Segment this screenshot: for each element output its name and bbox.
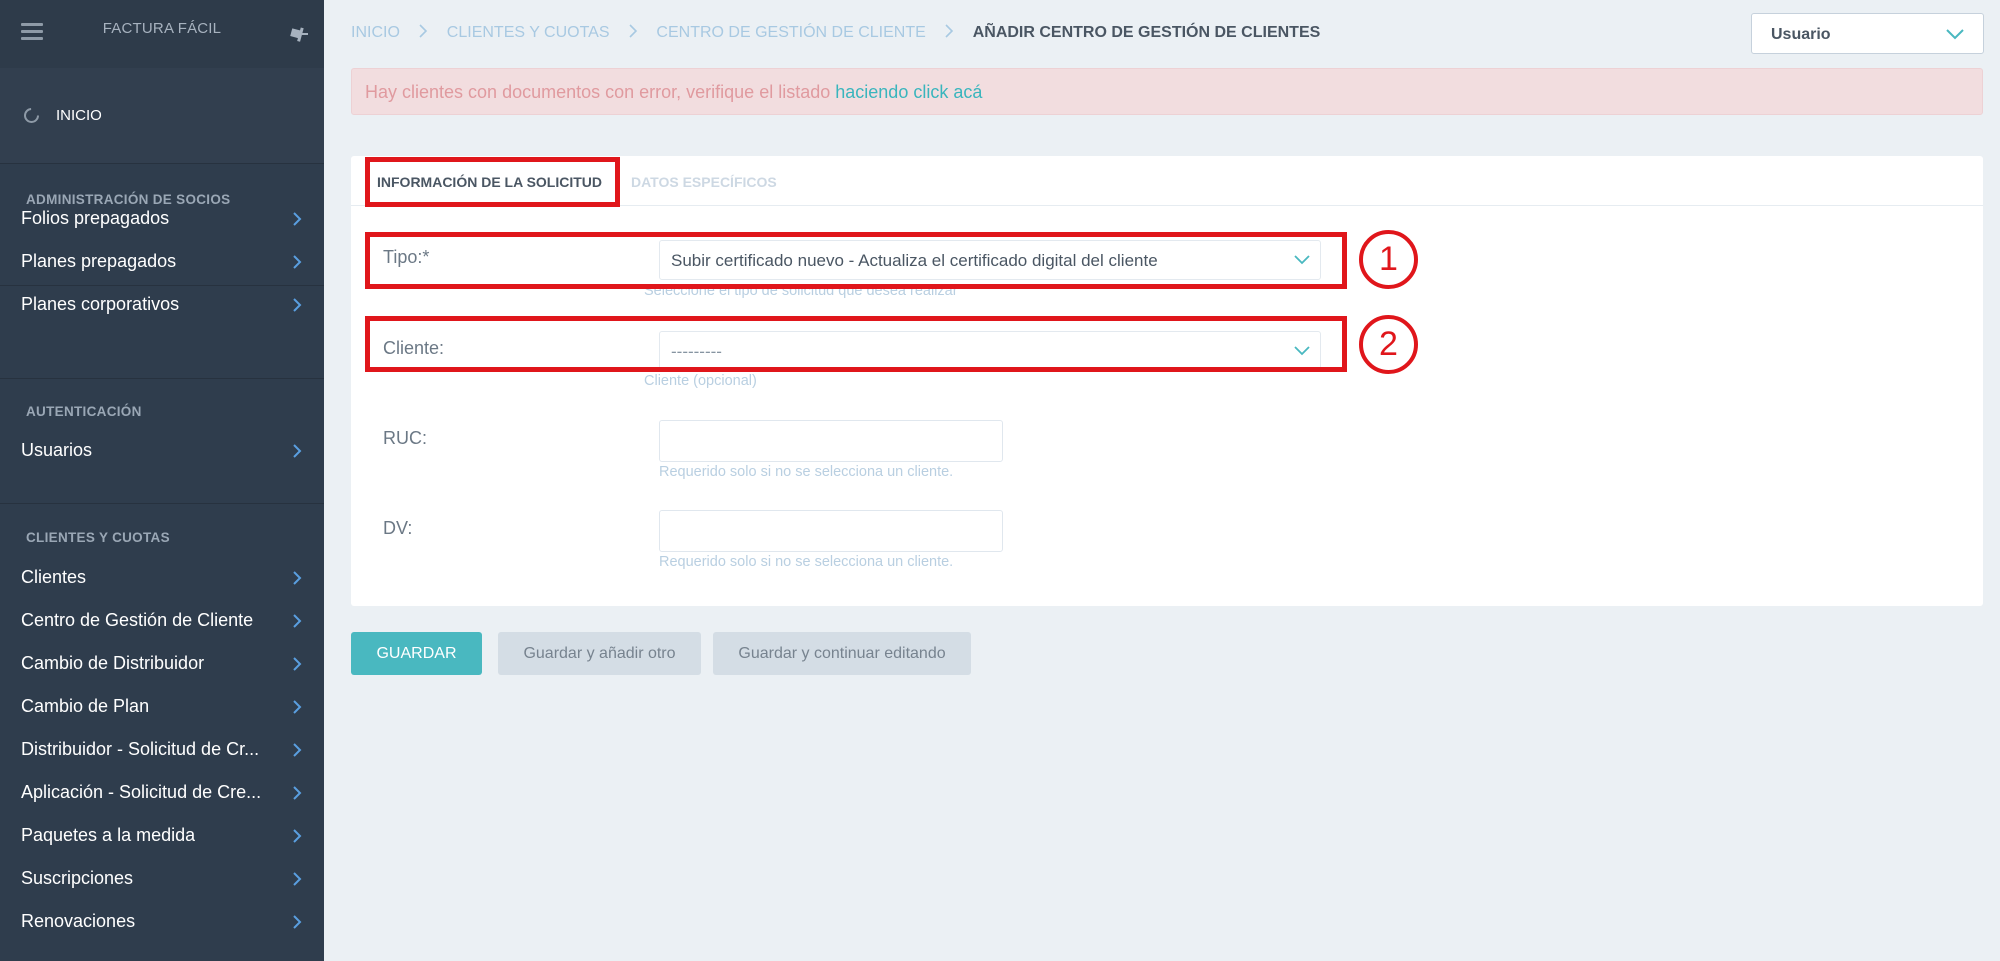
sidebar-item-clientes[interactable]: Clientes (0, 556, 324, 599)
sidebar-item-paquetes[interactable]: Paquetes a la medida (0, 814, 324, 857)
sidebar-divider (0, 503, 324, 504)
highlight-box-tab (365, 157, 620, 207)
chevron-right-icon (293, 444, 302, 458)
save-and-add-button[interactable]: Guardar y añadir otro (498, 632, 701, 675)
annotation-marker-2: 2 (1359, 315, 1418, 374)
section-title: AUTENTICACIÓN (26, 404, 142, 419)
alert-message: Hay clientes con documentos con error, v… (365, 82, 831, 102)
chevron-right-icon (293, 298, 302, 312)
alert-link[interactable]: haciendo click acá (835, 82, 982, 102)
dv-help: Requerido solo si no se selecciona un cl… (659, 554, 954, 570)
sidebar-item-distribuidor-solicitud[interactable]: Distribuidor - Solicitud de Cr... (0, 728, 324, 771)
dv-input[interactable] (659, 510, 1003, 552)
chevron-right-icon (293, 786, 302, 800)
breadcrumb-item-inicio[interactable]: INICIO (351, 24, 400, 41)
sidebar-item-usuarios[interactable]: Usuarios (0, 429, 324, 472)
cliente-help: Cliente (opcional) (644, 373, 757, 389)
sidebar-item-cambio-distribuidor[interactable]: Cambio de Distribuidor (0, 642, 324, 685)
sidebar-item-folios-prepagados[interactable]: Folios prepagados (0, 197, 324, 240)
tab-datos-especificos[interactable]: DATOS ESPECÍFICOS (631, 174, 777, 190)
ruc-input[interactable] (659, 420, 1003, 462)
sidebar-section-autenticacion: AUTENTICACIÓN Usuarios (0, 404, 324, 472)
chevron-right-icon (293, 614, 302, 628)
pin-icon[interactable] (287, 23, 309, 45)
sidebar-section-socios: ADMINISTRACIÓN DE SOCIOS Folios prepagad… (0, 164, 324, 314)
sidebar-item-cambio-plan[interactable]: Cambio de Plan (0, 685, 324, 728)
chevron-right-icon (293, 829, 302, 843)
chevron-right-icon (419, 24, 428, 38)
request-form-card: INFORMACIÓN DE LA SOLICITUD DATOS ESPECÍ… (351, 156, 1983, 606)
error-alert: Hay clientes con documentos con error, v… (351, 68, 1983, 115)
save-and-continue-button[interactable]: Guardar y continuar editando (713, 632, 971, 675)
sidebar-item-label: INICIO (56, 107, 102, 124)
breadcrumb-item-clientes-cuotas[interactable]: CLIENTES Y CUOTAS (447, 24, 610, 41)
chevron-down-icon (1946, 29, 1964, 40)
chevron-right-icon (293, 212, 302, 226)
annotation-marker-1: 1 (1359, 230, 1418, 289)
loading-circle-icon (24, 108, 39, 123)
chevron-right-icon (293, 915, 302, 929)
alert-message-wrap: Hay clientes con documentos con error, v… (365, 82, 982, 103)
breadcrumb-item-centro-gestion[interactable]: CENTRO DE GESTIÓN DE CLIENTE (656, 24, 925, 41)
chevron-right-icon (293, 571, 302, 585)
chevron-right-icon (945, 24, 954, 38)
chevron-right-icon (293, 700, 302, 714)
save-button[interactable]: GUARDAR (351, 632, 482, 675)
sidebar-header: FACTURA FÁCIL (0, 0, 324, 68)
sidebar-item-planes-prepagados[interactable]: Planes prepagados (0, 240, 324, 283)
sidebar-item-renovaciones[interactable]: Renovaciones (0, 900, 324, 943)
hamburger-menu-icon[interactable] (21, 23, 43, 41)
breadcrumb-current: AÑADIR CENTRO DE GESTIÓN DE CLIENTES (972, 24, 1321, 41)
highlight-box-tipo (365, 232, 1347, 289)
user-menu-select[interactable]: Usuario (1751, 13, 1984, 54)
sidebar-item-suscripciones[interactable]: Suscripciones (0, 857, 324, 900)
chevron-right-icon (629, 24, 638, 38)
sidebar: FACTURA FÁCIL INICIO ADMINISTRACIÓN DE S… (0, 0, 324, 961)
sidebar-item-inicio[interactable]: INICIO (0, 68, 324, 164)
ruc-help: Requerido solo si no se selecciona un cl… (659, 464, 954, 480)
sidebar-divider (0, 378, 324, 379)
brand-name: FACTURA FÁCIL (102, 20, 222, 37)
sidebar-item-centro-gestion[interactable]: Centro de Gestión de Cliente (0, 599, 324, 642)
chevron-right-icon (293, 872, 302, 886)
breadcrumb: INICIO CLIENTES Y CUOTAS CENTRO DE GESTI… (351, 24, 1320, 42)
highlight-box-cliente (365, 316, 1347, 372)
section-title: CLIENTES Y CUOTAS (26, 530, 170, 545)
chevron-right-icon (293, 743, 302, 757)
ruc-label: RUC: (383, 428, 427, 448)
sidebar-section-clientes: CLIENTES Y CUOTAS Clientes Centro de Ges… (0, 530, 324, 943)
chevron-right-icon (293, 255, 302, 269)
sidebar-item-aplicacion-solicitud[interactable]: Aplicación - Solicitud de Cre... (0, 771, 324, 814)
chevron-right-icon (293, 657, 302, 671)
sidebar-item-planes-corporativos[interactable]: Planes corporativos (0, 283, 324, 326)
user-menu-value: Usuario (1771, 26, 1831, 43)
dv-label: DV: (383, 518, 413, 538)
